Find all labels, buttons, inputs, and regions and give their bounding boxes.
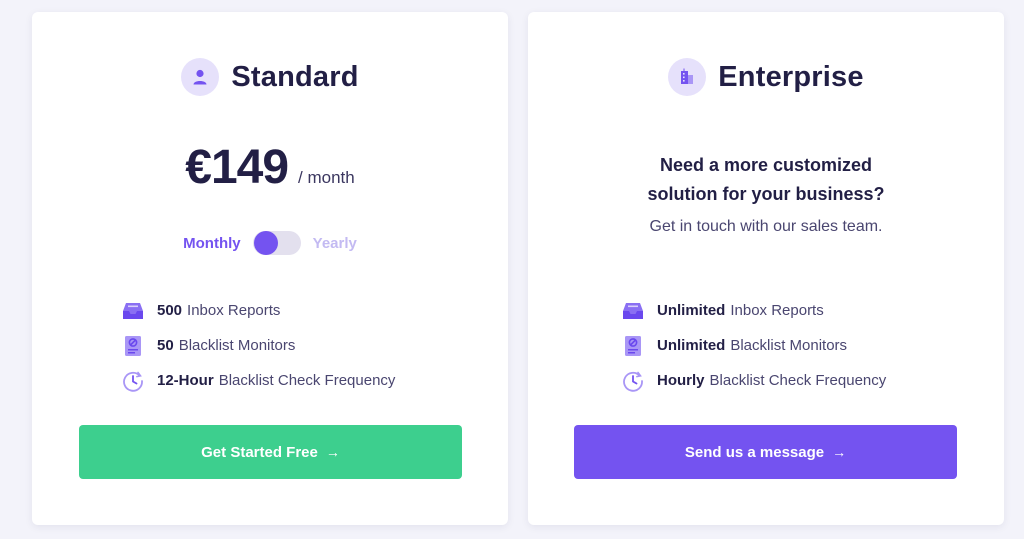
headline-line: solution for your business?	[647, 184, 885, 204]
feature-quantity: Hourly	[657, 372, 705, 389]
building-icon	[668, 58, 707, 96]
feature-label: Inbox Reports	[187, 302, 281, 319]
button-label: Get Started Free	[201, 443, 318, 461]
inbox-icon	[622, 300, 644, 322]
enterprise-subtext: Get in touch with our sales team.	[649, 218, 883, 235]
feature-quantity: 500	[157, 302, 183, 319]
feature-label: Blacklist Monitors	[178, 337, 296, 354]
feature-item: 500 Inbox Reports	[122, 293, 395, 328]
feature-item: 12-Hour Blacklist Check Frequency	[122, 363, 395, 398]
feature-label: Blacklist Check Frequency	[709, 372, 887, 389]
standard-plan-header: Standard	[32, 58, 508, 96]
plan-title: Standard	[231, 60, 359, 93]
billing-period-toggle: Monthly Yearly	[32, 231, 508, 255]
feature-quantity: 12-Hour	[157, 372, 214, 389]
send-message-button[interactable]: Send us a message →	[574, 425, 957, 479]
plan-title: Enterprise	[718, 60, 864, 93]
feature-item: Hourly Blacklist Check Frequency	[622, 363, 886, 398]
inbox-icon	[122, 300, 144, 322]
feature-quantity: Unlimited	[657, 302, 726, 319]
feature-label: Blacklist Monitors	[730, 337, 848, 354]
enterprise-headline: Need a more customized solution for your…	[528, 151, 1004, 209]
monthly-option[interactable]: Monthly	[183, 235, 241, 252]
arrow-right-icon: →	[325, 444, 340, 460]
feature-item: 50 Blacklist Monitors	[122, 328, 395, 363]
blacklist-document-icon	[622, 335, 644, 357]
user-icon	[181, 58, 220, 96]
feature-quantity: Unlimited	[657, 337, 726, 354]
clock-icon	[622, 370, 644, 392]
feature-item: Unlimited Inbox Reports	[622, 293, 886, 328]
blacklist-document-icon	[122, 335, 144, 357]
standard-plan-card: Standard €149 / month Monthly Yearly 500…	[32, 12, 508, 525]
feature-label: Blacklist Check Frequency	[218, 372, 396, 389]
feature-quantity: 50	[157, 337, 174, 354]
feature-list: 500 Inbox Reports 50 Blacklist Monitors	[122, 293, 395, 398]
clock-icon	[122, 370, 144, 392]
feature-item: Unlimited Blacklist Monitors	[622, 328, 886, 363]
button-label: Send us a message	[684, 443, 825, 461]
price-period: / month	[298, 168, 355, 187]
price-display: €149 / month	[32, 140, 508, 195]
price-amount: €149	[185, 141, 289, 194]
yearly-option[interactable]: Yearly	[313, 235, 357, 252]
feature-label: Inbox Reports	[730, 302, 824, 319]
billing-switch[interactable]	[252, 231, 301, 255]
enterprise-plan-card: Enterprise Need a more customized soluti…	[528, 12, 1004, 525]
get-started-free-button[interactable]: Get Started Free →	[79, 425, 462, 479]
arrow-right-icon: →	[832, 444, 847, 460]
enterprise-plan-header: Enterprise	[528, 58, 1004, 96]
switch-knob	[253, 231, 278, 255]
feature-list: Unlimited Inbox Reports Unlimited Blackl…	[622, 293, 886, 398]
headline-line: Need a more customized	[659, 155, 873, 175]
